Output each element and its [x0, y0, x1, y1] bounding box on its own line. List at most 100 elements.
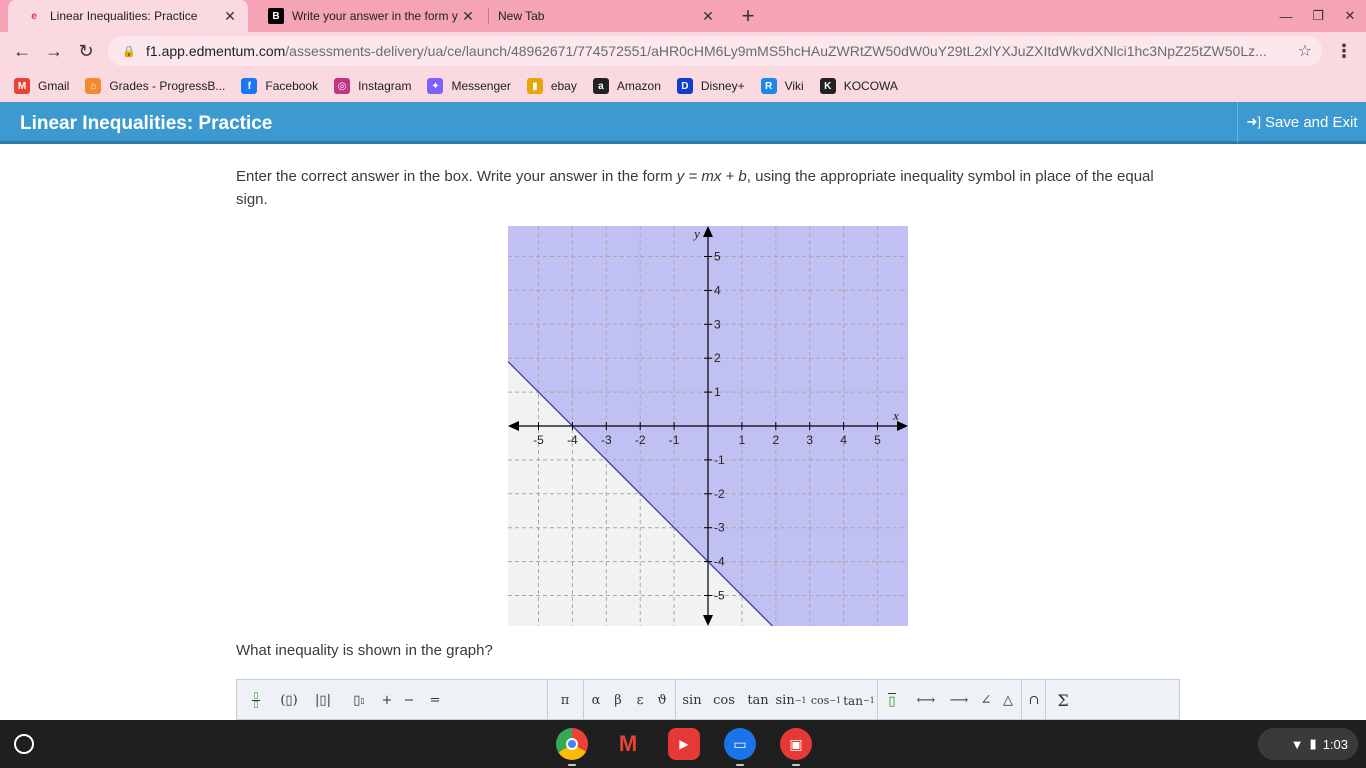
- tab-brainly[interactable]: B Write your answer in the form y = ✕: [250, 0, 486, 32]
- y-tick-label: -1: [714, 453, 725, 467]
- minus-button[interactable]: −: [399, 680, 419, 719]
- plus-button[interactable]: +: [377, 680, 397, 719]
- gallery-icon[interactable]: ▣: [780, 728, 812, 760]
- tan-button[interactable]: tan: [745, 680, 771, 719]
- bookmark-facebook[interactable]: f Facebook: [241, 78, 318, 94]
- grades-icon: ⌂: [85, 78, 102, 94]
- edmentum-icon: e: [31, 10, 37, 22]
- x-tick-label: 5: [874, 433, 881, 447]
- x-axis-label: x: [892, 408, 899, 423]
- ray-button[interactable]: ⟶: [947, 680, 971, 719]
- cos-button[interactable]: cos: [711, 680, 737, 719]
- x-tick-label: -4: [567, 433, 578, 447]
- back-icon[interactable]: ←: [10, 39, 34, 63]
- fraction-button[interactable]: ▯ ▯: [245, 680, 267, 719]
- sign-out-icon: ➜]: [1246, 114, 1261, 129]
- page-title: Linear Inequalities: Practice: [20, 113, 273, 134]
- y-tick-label: -5: [714, 588, 725, 602]
- parentheses-button[interactable]: (▯): [277, 680, 301, 719]
- line-button[interactable]: ⟷: [913, 680, 939, 719]
- clock: 1:03: [1322, 736, 1348, 752]
- exponent-button[interactable]: ▯ ▯: [349, 680, 369, 719]
- bookmark-label: ebay: [550, 79, 577, 93]
- epsilon-button[interactable]: ε: [631, 680, 649, 719]
- sin-button[interactable]: sin: [679, 680, 705, 719]
- tab-strip: e Linear Inequalities: Practice ✕ B Writ…: [0, 0, 1366, 32]
- toolbar-divider: [675, 680, 676, 719]
- url-path: /assessments-delivery/ua/ce/launch/48962…: [285, 43, 1267, 59]
- tab-new-tab[interactable]: New Tab ✕: [490, 0, 726, 32]
- y-tick-label: -4: [714, 555, 725, 569]
- tab-linear-inequalities[interactable]: e Linear Inequalities: Practice ✕: [8, 0, 248, 32]
- inequality-graph: -5 -4 -3 -2 -1 1 2 3 4 5 5 4 3 2 1 -1 -2 -3 -4 -5 x y: [508, 226, 908, 626]
- summation-button[interactable]: Σ: [1053, 680, 1073, 719]
- bookmark-amazon[interactable]: a Amazon: [592, 78, 661, 94]
- bookmark-gmail[interactable]: M Gmail: [14, 78, 69, 94]
- x-tick-label: 1: [739, 433, 746, 447]
- save-and-exit-button[interactable]: ➜] Save and Exit: [1237, 102, 1366, 142]
- launcher-icon[interactable]: [14, 734, 34, 754]
- x-tick-label: 4: [840, 433, 847, 447]
- arcsin-button[interactable]: sin −1: [775, 680, 807, 719]
- forward-icon[interactable]: →: [42, 39, 66, 63]
- x-tick-label: -1: [669, 433, 680, 447]
- equals-button[interactable]: =: [425, 680, 445, 719]
- inverse-exponent: −1: [829, 696, 842, 705]
- bookmark-label: Messenger: [451, 79, 511, 93]
- triangle-button[interactable]: △: [999, 680, 1017, 719]
- arctan-button[interactable]: tan −1: [843, 680, 875, 719]
- x-tick-label: -3: [601, 433, 612, 447]
- gmail-app-icon[interactable]: M: [612, 728, 644, 760]
- gmail-icon: M: [14, 78, 30, 94]
- bookmark-grades-progressb[interactable]: ⌂ Grades - ProgressB...: [85, 78, 225, 94]
- restore-icon[interactable]: ❐: [1308, 6, 1328, 26]
- running-indicator: [568, 764, 576, 766]
- theta-button[interactable]: ϑ: [653, 680, 671, 719]
- bookmark-label: Gmail: [38, 79, 70, 93]
- status-tray[interactable]: ▼ ▮ 1:03: [1258, 728, 1358, 760]
- pi-button[interactable]: π: [555, 680, 575, 719]
- bookmark-viki[interactable]: R Viki: [760, 78, 804, 94]
- address-bar[interactable]: 🔒 f1.app.edmentum.com /assessments-deliv…: [108, 36, 1322, 66]
- toolbar-divider: [547, 680, 548, 719]
- amazon-icon: a: [592, 78, 609, 94]
- y-tick-label: 2: [714, 351, 721, 365]
- files-icon[interactable]: ▭: [724, 728, 756, 760]
- battery-icon: ▮: [1309, 736, 1317, 751]
- bookmark-messenger[interactable]: ✦ Messenger: [427, 78, 511, 94]
- y-tick-label: 4: [714, 283, 721, 297]
- window-close-icon[interactable]: ✕: [1340, 6, 1360, 26]
- minimize-icon[interactable]: —: [1276, 6, 1296, 26]
- chrome-icon[interactable]: [556, 728, 588, 760]
- bookmark-kocowa[interactable]: K KOCOWA: [819, 78, 898, 94]
- viki-icon: R: [760, 78, 777, 94]
- star-icon[interactable]: ☆: [1298, 41, 1312, 61]
- instructions: Enter the correct answer in the box. Wri…: [236, 165, 1176, 211]
- x-tick-label: -5: [533, 433, 544, 447]
- inverse-exponent: −1: [794, 696, 807, 705]
- absolute-value-button[interactable]: |▯|: [311, 680, 335, 719]
- intersection-button[interactable]: ∩: [1025, 680, 1043, 719]
- alpha-button[interactable]: α: [587, 680, 605, 719]
- beta-button[interactable]: β: [609, 680, 627, 719]
- new-tab-button[interactable]: +: [736, 3, 760, 28]
- x-tick-label: -2: [635, 433, 646, 447]
- close-icon[interactable]: ✕: [698, 6, 718, 26]
- angle-button[interactable]: ∠: [977, 680, 995, 719]
- brainly-icon: B: [268, 8, 284, 24]
- menu-icon[interactable]: ⋮: [1334, 39, 1354, 63]
- bookmark-ebay[interactable]: ▮ ebay: [526, 78, 577, 94]
- close-icon[interactable]: ✕: [458, 6, 478, 26]
- youtube-icon[interactable]: ▶: [668, 728, 700, 760]
- arccos-button[interactable]: cos −1: [809, 680, 843, 719]
- bookmark-disney[interactable]: D Disney+: [676, 78, 745, 94]
- close-icon[interactable]: ✕: [220, 6, 240, 26]
- tab-separator: [488, 8, 489, 24]
- bookmark-instagram[interactable]: ◎ Instagram: [334, 78, 411, 94]
- kocowa-icon: K: [819, 78, 836, 94]
- reload-icon[interactable]: ↻: [74, 39, 98, 63]
- wifi-icon: ▼: [1290, 736, 1304, 752]
- overline-button[interactable]: ▯: [883, 680, 901, 719]
- x-tick-label: 3: [806, 433, 813, 447]
- bookmark-label: KOCOWA: [843, 79, 898, 93]
